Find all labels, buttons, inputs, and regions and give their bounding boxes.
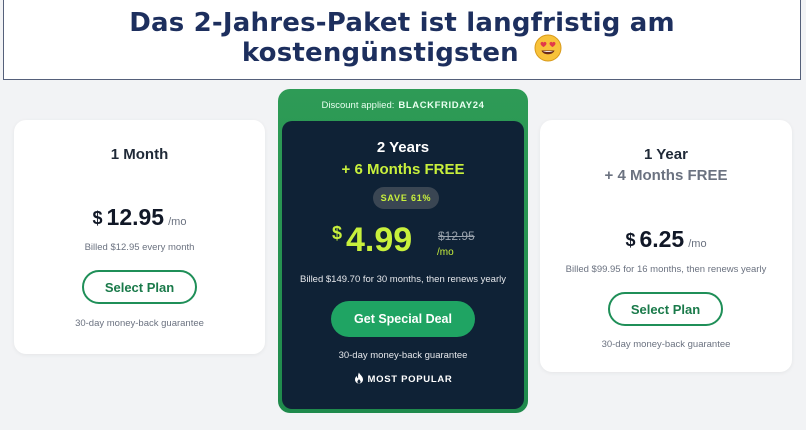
plan-name: 2 Years xyxy=(376,139,430,156)
plan-card-2-years: Discount applied: BLACKFRIDAY24 2 Years +… xyxy=(278,89,528,413)
billing-note: Billed $12.95 every month xyxy=(84,242,195,253)
get-special-deal-button[interactable]: Get Special Deal xyxy=(331,301,475,337)
select-plan-button[interactable]: Select Plan xyxy=(608,292,723,326)
billing-note: Billed $149.70 for 30 months, then renew… xyxy=(300,274,506,285)
banner-title: Das 2-Jahres-Paket ist langfristig am ko… xyxy=(129,8,675,68)
plan-card-1-month: 1 Month $12.95/mo Billed $12.95 every mo… xyxy=(14,120,265,354)
price: $4.99 xyxy=(332,221,412,260)
money-back-guarantee: 30-day money-back guarantee xyxy=(338,350,468,361)
header-banner: Das 2-Jahres-Paket ist langfristig am ko… xyxy=(3,0,801,80)
heart-eyes-emoji-icon xyxy=(534,34,562,69)
discount-label: Discount applied: xyxy=(321,100,395,111)
currency-symbol: $ xyxy=(92,208,103,228)
price: $6.25/mo xyxy=(540,226,792,253)
billing-note: Billed $99.95 for 16 months, then renews… xyxy=(565,264,767,275)
featured-plan-body: 2 Years + 6 Months FREE SAVE 61% $4.99 $… xyxy=(282,121,524,409)
banner-title-row: Das 2-Jahres-Paket ist langfristig am ko… xyxy=(4,8,800,69)
currency-symbol: $ xyxy=(332,223,343,243)
discount-code: BLACKFRIDAY24 xyxy=(398,100,485,111)
plan-card-1-year: 1 Year + 4 Months FREE $6.25/mo Billed $… xyxy=(540,120,792,372)
flame-icon xyxy=(354,372,364,387)
price-amount: 6.25 xyxy=(639,226,685,252)
price-period: /mo xyxy=(437,247,454,258)
price-period: /mo xyxy=(688,238,707,250)
plan-name: 1 Month xyxy=(110,146,169,163)
price-amount: 12.95 xyxy=(106,204,165,230)
price-period: /mo xyxy=(168,216,187,228)
most-popular-badge: MOST POPULAR xyxy=(282,372,524,387)
select-plan-button[interactable]: Select Plan xyxy=(82,270,197,304)
original-price: $12.95 xyxy=(438,229,475,243)
price: $12.95/mo xyxy=(14,204,265,231)
discount-applied: Discount applied: BLACKFRIDAY24 xyxy=(278,100,528,111)
currency-symbol: $ xyxy=(625,230,636,250)
money-back-guarantee: 30-day money-back guarantee xyxy=(601,339,731,350)
plan-name: 1 Year xyxy=(644,146,688,163)
most-popular-label: MOST POPULAR xyxy=(367,374,453,385)
money-back-guarantee: 30-day money-back guarantee xyxy=(75,318,204,329)
plan-bonus: + 4 Months FREE xyxy=(604,167,728,184)
price-amount: 4.99 xyxy=(346,221,413,259)
save-badge: SAVE 61% xyxy=(373,187,439,209)
plan-bonus: + 6 Months FREE xyxy=(341,161,465,178)
